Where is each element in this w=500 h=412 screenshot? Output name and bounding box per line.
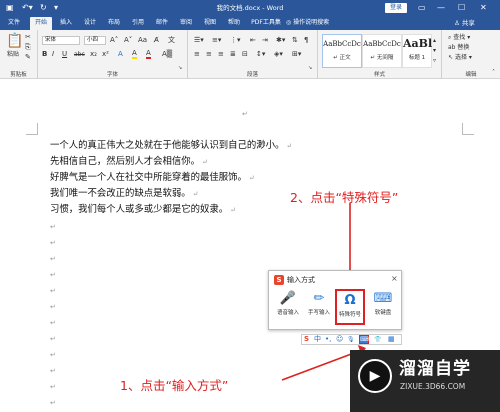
- omega-icon: Ω: [344, 293, 356, 308]
- punctuation-icon[interactable]: •,: [325, 335, 331, 344]
- soft-keyboard-label: 软键盘: [374, 310, 392, 316]
- watermark: ▶ 溜溜自学 ZIXUE.3D66.COM: [350, 350, 500, 412]
- soft-keyboard-button[interactable]: ⌨ 软键盘: [369, 289, 397, 325]
- watermark-url: ZIXUE.3D66.COM: [400, 382, 466, 391]
- pen-icon: ✏: [313, 291, 325, 306]
- skin-icon[interactable]: 👕: [374, 335, 381, 344]
- language-toggle[interactable]: 中: [314, 335, 321, 344]
- handwriting-input-label: 手写输入: [307, 310, 330, 316]
- special-symbols-button[interactable]: Ω 特殊符号: [335, 289, 365, 325]
- emoji-icon[interactable]: ☺: [336, 335, 343, 344]
- special-symbols-label: 特殊符号: [338, 312, 361, 318]
- keyboard-icon: ⌨: [373, 291, 393, 306]
- voice-input-button[interactable]: 🎤 语音输入: [274, 289, 302, 325]
- toolbox-icon[interactable]: ▦: [388, 335, 395, 344]
- microphone-icon: 🎤: [279, 291, 297, 306]
- input-method-icon[interactable]: ⌨: [359, 335, 369, 344]
- sogou-icon[interactable]: S: [304, 335, 309, 344]
- voice-input-label: 语音输入: [276, 310, 299, 316]
- annotation-step-1: 1、点击“输入方式”: [120, 378, 229, 393]
- watermark-title: 溜溜自学: [399, 359, 471, 379]
- ime-status-bar: S 中 •, ☺ 🎙 ⌨ 👕 ▦: [301, 334, 402, 345]
- voice-icon[interactable]: 🎙: [347, 335, 355, 344]
- sogou-logo-icon: S: [274, 275, 284, 285]
- annotation-step-2: 2、点击“特殊符号”: [290, 190, 399, 205]
- play-logo-icon: ▶: [358, 359, 392, 393]
- input-method-panel: S 输入方式 × 🎤 语音输入 ✏ 手写输入 Ω 特殊符号 ⌨ 软键盘: [268, 270, 402, 330]
- handwriting-input-button[interactable]: ✏ 手写输入: [305, 289, 333, 325]
- close-icon[interactable]: ×: [391, 274, 398, 284]
- panel-title: 输入方式: [287, 276, 315, 284]
